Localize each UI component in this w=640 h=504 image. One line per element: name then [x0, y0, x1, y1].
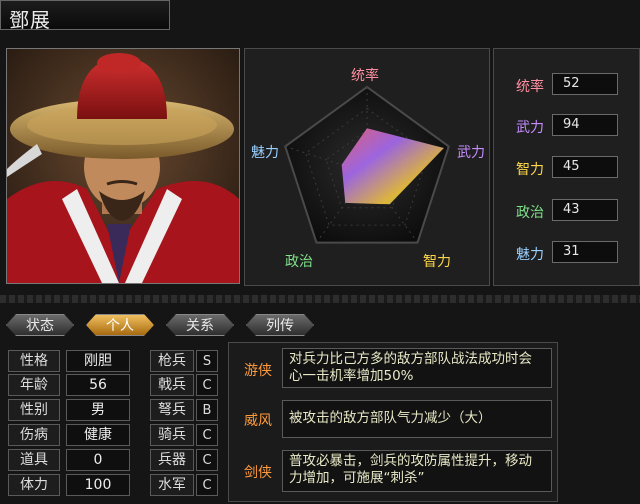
- stat-label: 政治: [516, 205, 544, 221]
- info-value: 健康: [66, 424, 130, 446]
- info-value: 56: [66, 374, 130, 396]
- aptitude-grade: B: [196, 399, 218, 421]
- radar-label-wuli: 武力: [457, 145, 485, 161]
- stat-row-meili: 魅力 31: [494, 241, 640, 265]
- tab-personal[interactable]: 个人: [86, 314, 154, 336]
- stat-label: 统率: [516, 79, 544, 95]
- section-divider: [0, 295, 640, 303]
- skill-name: 剑侠: [244, 465, 272, 481]
- stat-label: 智力: [516, 162, 544, 178]
- info-value: 男: [66, 399, 130, 421]
- stat-row-zhengzhi: 政治 43: [494, 199, 640, 223]
- info-row-gender: 性别 男: [4, 399, 140, 423]
- character-name-bar: 鄧展: [0, 0, 170, 32]
- radar-label-zhili: 智力: [423, 254, 451, 270]
- stat-label: 魅力: [516, 247, 544, 263]
- tab-relations[interactable]: 关系: [166, 314, 234, 336]
- info-label: 伤病: [8, 424, 60, 446]
- info-label: 体力: [8, 474, 60, 496]
- stat-row-tongshuai: 统率 52: [494, 73, 640, 97]
- stat-value: 43: [552, 199, 618, 221]
- aptitude-name: 枪兵: [150, 350, 194, 372]
- personal-info-panel: 性格 刚胆 年龄 56 性别 男 伤病 健康 道具 0 体力 100: [4, 342, 140, 502]
- aptitude-grade: C: [196, 374, 218, 396]
- stat-value: 52: [552, 73, 618, 95]
- character-portrait: [6, 48, 240, 284]
- skill-name: 游侠: [244, 363, 272, 379]
- stat-value: 31: [552, 241, 618, 263]
- info-label: 性别: [8, 399, 60, 421]
- stat-label: 武力: [516, 120, 544, 136]
- attribute-stats-panel: 统率 52 武力 94 智力 45 政治 43 魅力 31: [493, 48, 640, 286]
- aptitude-grade: C: [196, 449, 218, 471]
- radar-label-zhengzhi: 政治: [285, 254, 313, 270]
- aptitude-grade: C: [196, 424, 218, 446]
- aptitude-name: 水军: [150, 474, 194, 496]
- info-row-personality: 性格 刚胆: [4, 350, 140, 374]
- tab-status[interactable]: 状态: [6, 314, 74, 336]
- radar-label-meili: 魅力: [251, 145, 279, 161]
- info-value: 0: [66, 449, 130, 471]
- skill-description: 普攻必暴击，剑兵的攻防属性提升，移动力增加，可施展“刺杀”: [282, 450, 552, 492]
- skill-name: 威风: [244, 413, 272, 429]
- info-row-age: 年龄 56: [4, 374, 140, 398]
- stat-row-zhili: 智力 45: [494, 156, 640, 180]
- skill-description: 对兵力比己方多的敌方部队战法成功时会心一击机率增加50%: [282, 348, 552, 388]
- stat-row-wuli: 武力 94: [494, 114, 640, 138]
- aptitude-name: 骑兵: [150, 424, 194, 446]
- info-row-stamina: 体力 100: [4, 474, 140, 498]
- info-label: 性格: [8, 350, 60, 372]
- aptitude-grade: C: [196, 474, 218, 496]
- aptitude-name: 弩兵: [150, 399, 194, 421]
- info-value: 刚胆: [66, 350, 130, 372]
- stat-value: 45: [552, 156, 618, 178]
- character-name: 鄧展: [9, 8, 51, 32]
- info-row-items: 道具 0: [4, 449, 140, 473]
- stat-value: 94: [552, 114, 618, 136]
- portrait-illustration: [7, 49, 239, 283]
- skill-description: 被攻击的敌方部队气力减少（大）: [282, 400, 552, 438]
- info-label: 道具: [8, 449, 60, 471]
- radar-chart-panel: 统率 武力 智力 政治 魅力: [244, 48, 490, 286]
- info-value: 100: [66, 474, 130, 496]
- radar-label-tongshuai: 统率: [351, 68, 379, 84]
- info-label: 年龄: [8, 374, 60, 396]
- tab-biography[interactable]: 列传: [246, 314, 314, 336]
- aptitude-grade: S: [196, 350, 218, 372]
- aptitude-name: 兵器: [150, 449, 194, 471]
- aptitude-name: 戟兵: [150, 374, 194, 396]
- info-row-injury: 伤病 健康: [4, 424, 140, 448]
